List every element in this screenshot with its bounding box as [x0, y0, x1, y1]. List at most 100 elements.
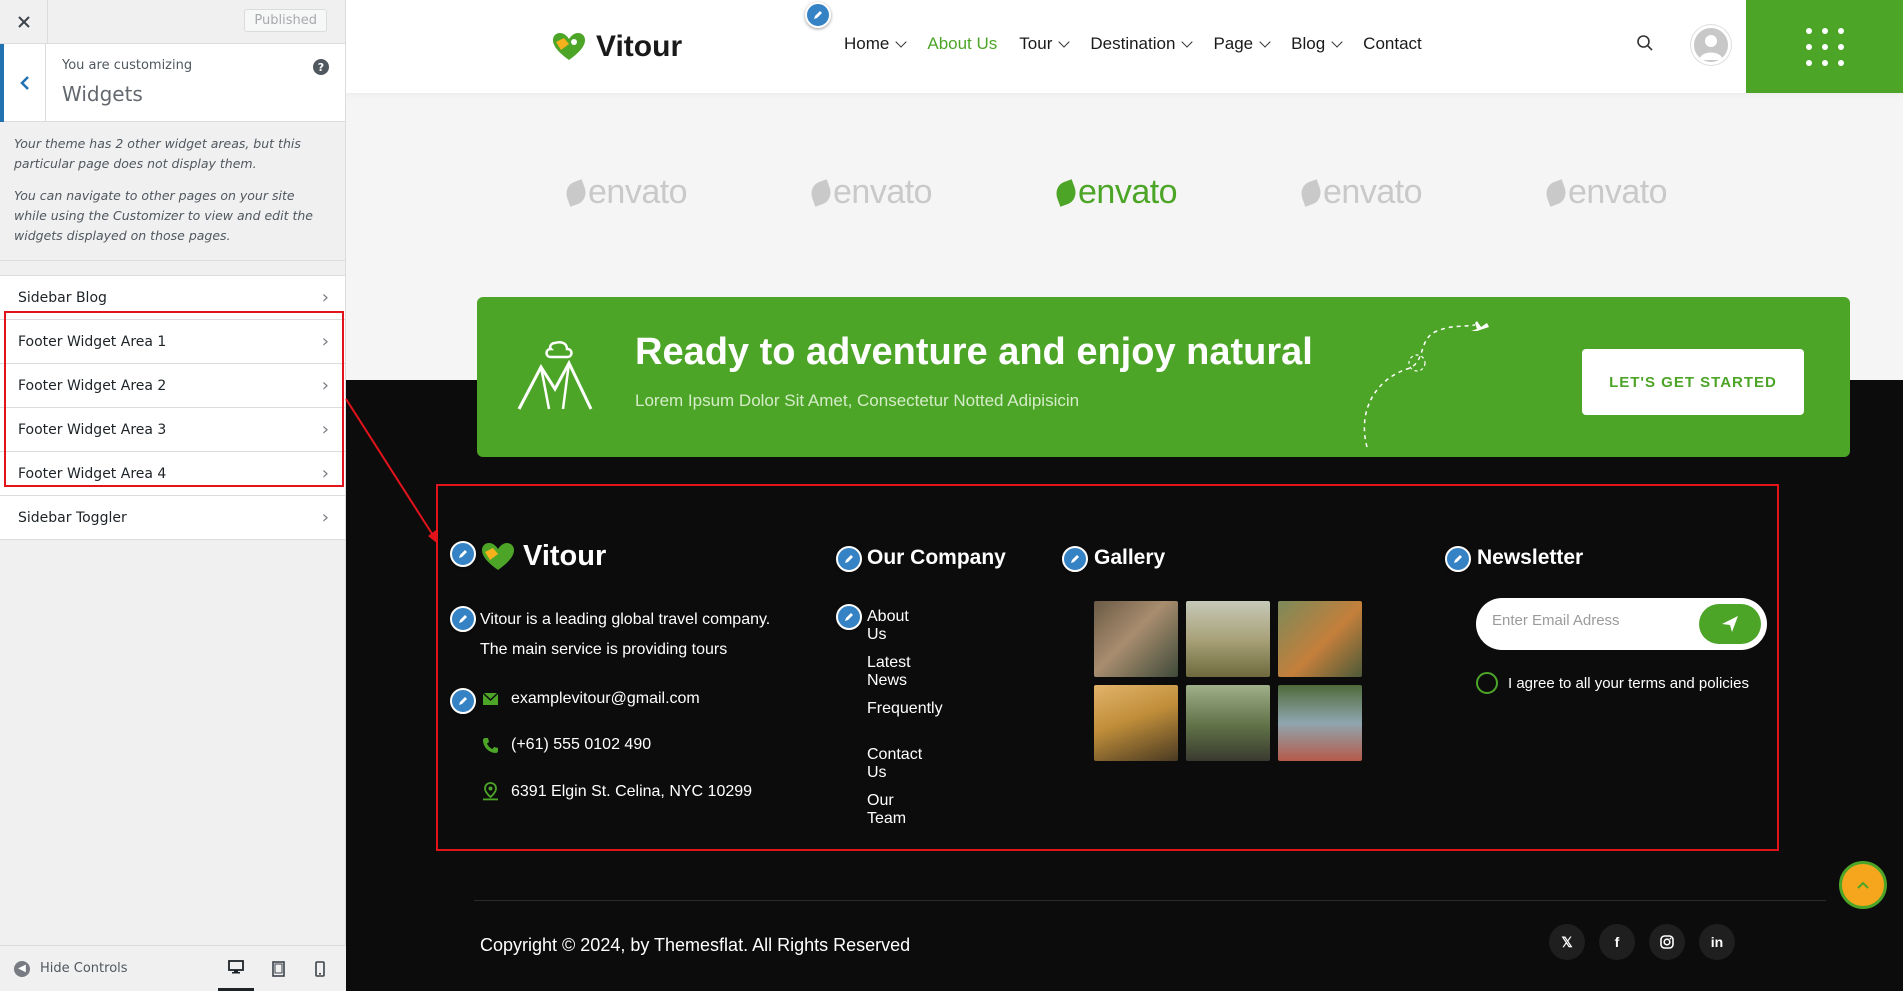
- chevron-right-icon: ›: [321, 287, 329, 308]
- desktop-preview-button[interactable]: [218, 946, 254, 991]
- section-sidebar-toggler[interactable]: Sidebar Toggler ›: [0, 496, 345, 540]
- dot: [1837, 27, 1844, 34]
- copyright-text: Copyright © 2024, by Themesflat. All Rig…: [480, 935, 911, 955]
- envato-leaf-icon: [562, 178, 590, 207]
- tablet-icon: [271, 960, 285, 977]
- grid-menu-button[interactable]: [1746, 0, 1903, 93]
- avatar[interactable]: [1691, 25, 1731, 65]
- section-footer-widget-area-4[interactable]: Footer Widget Area 4 ›: [0, 452, 345, 496]
- nav-label: Page: [1213, 34, 1254, 53]
- facebook-icon[interactable]: f: [1599, 924, 1635, 960]
- nav-label: Tour: [1019, 34, 1053, 53]
- search-button[interactable]: [1636, 34, 1654, 56]
- section-footer-widget-area-1[interactable]: Footer Widget Area 1 ›: [0, 320, 345, 364]
- envato-leaf-icon: [1542, 178, 1570, 207]
- widgets-description: Your theme has 2 other widget areas, but…: [0, 122, 345, 261]
- close-icon: [17, 16, 30, 28]
- dot: [1805, 43, 1812, 50]
- section-title: Widgets: [62, 82, 143, 106]
- nav-label: Blog: [1291, 34, 1326, 53]
- customizer-header: Published: [0, 0, 345, 44]
- section-sidebar-blog[interactable]: Sidebar Blog ›: [0, 276, 345, 320]
- section-label: Footer Widget Area 2: [18, 377, 167, 394]
- dot: [1821, 27, 1828, 34]
- chevron-right-icon: ›: [321, 463, 329, 484]
- hide-controls-label: Hide Controls: [40, 961, 128, 976]
- partner-logo[interactable]: envato: [1052, 173, 1178, 212]
- chevron-down-icon: [1058, 36, 1071, 48]
- brand-name: Vitour: [596, 30, 683, 63]
- mobile-icon: [315, 960, 325, 977]
- scroll-to-top-button[interactable]: [1839, 861, 1887, 909]
- nav-blog[interactable]: Blog: [1291, 34, 1343, 54]
- partner-logo[interactable]: envato: [1542, 173, 1668, 212]
- dot: [1805, 59, 1812, 66]
- x-icon[interactable]: 𝕏: [1549, 924, 1585, 960]
- partner-logo[interactable]: envato: [1297, 173, 1423, 212]
- chevron-right-icon: ›: [321, 419, 329, 440]
- footer-widgets-highlight: [436, 484, 1779, 851]
- dot: [1805, 27, 1812, 34]
- hide-controls-button[interactable]: ◀ Hide Controls: [0, 960, 128, 977]
- description-paragraph: You can navigate to other pages on your …: [14, 188, 313, 243]
- publish-button[interactable]: Published: [244, 9, 327, 32]
- section-label: Sidebar Toggler: [18, 509, 127, 526]
- chevron-down-icon: [1259, 36, 1271, 48]
- chevron-down-icon: [1181, 36, 1194, 48]
- dot: [1821, 59, 1828, 66]
- nav-contact[interactable]: Contact: [1363, 34, 1422, 54]
- chevron-down-icon: [1331, 36, 1343, 48]
- user-icon: [1699, 35, 1723, 60]
- customizing-header: You are customizing Widgets ?: [0, 44, 345, 122]
- nav-about-us[interactable]: About Us: [927, 34, 997, 54]
- nav-label: Destination: [1090, 34, 1176, 53]
- chevron-right-icon: ›: [321, 375, 329, 396]
- section-footer-widget-area-3[interactable]: Footer Widget Area 3 ›: [0, 408, 345, 452]
- collapse-icon: ◀: [14, 960, 30, 977]
- close-customizer-button[interactable]: [0, 0, 48, 44]
- heart-logo-icon: [553, 33, 585, 60]
- nav-label: Contact: [1363, 34, 1422, 53]
- envato-leaf-icon: [1052, 178, 1080, 207]
- customizer-footer: ◀ Hide Controls: [0, 945, 346, 991]
- cta-banner: Ready to adventure and enjoy natural Lor…: [477, 297, 1850, 457]
- nav-tour[interactable]: Tour: [1019, 34, 1071, 54]
- customizing-label: You are customizing: [62, 58, 193, 73]
- help-icon[interactable]: ?: [313, 59, 329, 75]
- dot: [1837, 59, 1844, 66]
- nav-label: Home: [844, 34, 890, 53]
- desktop-icon: [228, 959, 244, 973]
- envato-leaf-icon: [1297, 178, 1325, 207]
- chevron-left-icon: [19, 76, 29, 90]
- customizer-panel: Published You are customizing Widgets ? …: [0, 0, 346, 991]
- nav-home[interactable]: Home: [844, 34, 908, 54]
- back-button[interactable]: [0, 44, 46, 122]
- partner-logo[interactable]: envato: [807, 173, 933, 212]
- edit-shortcut-pencil-icon[interactable]: [805, 2, 831, 28]
- get-started-button[interactable]: LET'S GET STARTED: [1582, 349, 1804, 415]
- social-links: 𝕏 f in: [1549, 924, 1735, 960]
- widget-sections-list: Sidebar Blog › Footer Widget Area 1 › Foot…: [0, 275, 345, 540]
- description-paragraph: Your theme has 2 other widget areas, but…: [14, 136, 301, 171]
- section-footer-widget-area-2[interactable]: Footer Widget Area 2 ›: [0, 364, 345, 408]
- nav-page[interactable]: Page: [1213, 34, 1271, 54]
- site-header: Vitour Home About Us Tour Destination Pa…: [346, 0, 1903, 93]
- instagram-icon[interactable]: [1649, 924, 1685, 960]
- search-icon: [1637, 35, 1653, 51]
- partner-logo[interactable]: envato: [562, 173, 688, 212]
- nav-destination[interactable]: Destination: [1090, 34, 1194, 54]
- chevron-down-icon: [895, 36, 908, 48]
- mountain-icon: [517, 341, 593, 410]
- section-label: Footer Widget Area 3: [18, 421, 167, 438]
- tablet-preview-button[interactable]: [260, 946, 296, 991]
- device-preview-switcher: [218, 946, 338, 991]
- mobile-preview-button[interactable]: [302, 946, 338, 991]
- cta-subtitle: Lorem Ipsum Dolor Sit Amet, Consectetur …: [635, 391, 1080, 410]
- site-logo[interactable]: Vitour: [552, 30, 682, 64]
- main-navigation: Home About Us Tour Destination Page Blog…: [844, 34, 1422, 54]
- nav-label: About Us: [927, 34, 998, 53]
- footer-divider: [474, 900, 1826, 901]
- dot: [1821, 43, 1828, 50]
- section-label: Footer Widget Area 4: [18, 465, 167, 482]
- linkedin-icon[interactable]: in: [1699, 924, 1735, 960]
